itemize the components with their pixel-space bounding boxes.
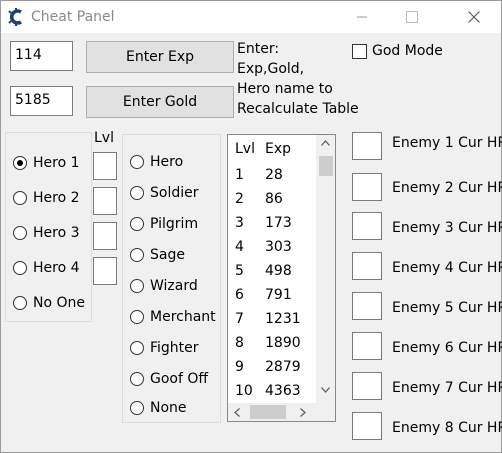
- god-mode-label: God Mode: [372, 43, 443, 59]
- table-cell-exp[interactable]: 1231: [265, 311, 301, 327]
- table-cell-lvl[interactable]: 5: [235, 263, 244, 279]
- table-cell-exp[interactable]: 86: [265, 191, 283, 207]
- radio-icon: [130, 248, 144, 262]
- radio-icon: [130, 279, 144, 293]
- table-cell-exp[interactable]: 2879: [265, 359, 301, 375]
- enemy-8-hp-label: Enemy 8 Cur HP: [392, 420, 502, 436]
- enemy-7-hp-input[interactable]: [352, 372, 382, 400]
- window-title: Cheat Panel: [31, 9, 115, 25]
- close-icon: [468, 11, 480, 23]
- radio-icon: [130, 155, 144, 169]
- table-cell-lvl[interactable]: 9: [235, 359, 244, 375]
- vertical-scrollbar[interactable]: [316, 135, 335, 403]
- enter-exp-button[interactable]: Enter Exp: [86, 41, 234, 73]
- table-cell-lvl[interactable]: 4: [235, 239, 244, 255]
- horizontal-scroll-thumb[interactable]: [250, 405, 286, 419]
- table-cell-lvl[interactable]: 1: [235, 167, 244, 183]
- minimize-icon: [357, 16, 367, 18]
- hero-4-lvl-input[interactable]: [93, 257, 117, 285]
- radio-icon: [130, 401, 144, 415]
- enemy-7-hp-label: Enemy 7 Cur HP: [392, 380, 502, 396]
- chevron-left-icon[interactable]: [234, 408, 240, 417]
- radio-icon: [130, 186, 144, 200]
- table-cell-exp[interactable]: 791: [265, 287, 292, 303]
- scroll-corner: [316, 403, 335, 421]
- table-cell-exp[interactable]: 4363: [265, 383, 301, 399]
- enemy-8-hp-input[interactable]: [352, 412, 382, 440]
- instruction-line-3: Hero name to: [237, 81, 333, 97]
- horizontal-scrollbar[interactable]: [228, 403, 335, 421]
- maximize-icon: [406, 11, 418, 23]
- table-cell-exp[interactable]: 28: [265, 167, 283, 183]
- cheat-panel-window: Cheat Panel 114 5185 Enter Exp Enter Gol…: [0, 0, 502, 453]
- chevron-up-icon[interactable]: [321, 140, 330, 146]
- table-cell-exp[interactable]: 1890: [265, 335, 301, 351]
- radio-icon: [130, 372, 144, 386]
- app-icon: [8, 8, 22, 26]
- instruction-line-4: Recalculate Table: [237, 101, 359, 117]
- column-header-exp[interactable]: Exp: [265, 141, 291, 157]
- chevron-right-icon[interactable]: [300, 408, 306, 417]
- enemy-1-hp-label: Enemy 1 Cur HP: [392, 135, 502, 151]
- hero-1-lvl-input[interactable]: [93, 152, 117, 180]
- hero-group: Hero 1 Hero 2 Hero 3 Hero 4 No One: [5, 132, 92, 322]
- table-cell-lvl[interactable]: 10: [235, 383, 253, 399]
- class-group: Hero Soldier Pilgrim Sage Wizard Merchan…: [122, 134, 221, 423]
- enemy-6-hp-label: Enemy 6 Cur HP: [392, 340, 502, 356]
- table-cell-lvl[interactable]: 2: [235, 191, 244, 207]
- lvl-header: Lvl: [94, 130, 114, 146]
- instruction-line-1: Enter:: [237, 41, 280, 57]
- enemy-3-hp-label: Enemy 3 Cur HP: [392, 220, 502, 236]
- minimize-button[interactable]: [339, 1, 385, 33]
- table-cell-exp[interactable]: 173: [265, 215, 292, 231]
- hero-3-lvl-input[interactable]: [93, 222, 117, 250]
- enemy-5-hp-label: Enemy 5 Cur HP: [392, 300, 502, 316]
- gold-input[interactable]: 5185: [10, 86, 73, 116]
- radio-icon: [13, 191, 27, 205]
- radio-icon: [130, 341, 144, 355]
- enemy-3-hp-input[interactable]: [352, 212, 382, 240]
- enemy-1-hp-input[interactable]: [352, 132, 382, 160]
- radio-icon: [13, 296, 27, 310]
- enemy-2-hp-input[interactable]: [352, 173, 382, 201]
- enemy-6-hp-input[interactable]: [352, 332, 382, 360]
- enemy-2-hp-label: Enemy 2 Cur HP: [392, 180, 502, 196]
- vertical-scroll-thumb[interactable]: [319, 156, 333, 176]
- table-cell-lvl[interactable]: 3: [235, 215, 244, 231]
- close-button[interactable]: [451, 1, 497, 33]
- radio-icon: [130, 310, 144, 324]
- god-mode-checkbox[interactable]: [352, 44, 367, 59]
- enemy-4-hp-label: Enemy 4 Cur HP: [392, 260, 502, 276]
- table-cell-lvl[interactable]: 7: [235, 311, 244, 327]
- table-cell-exp[interactable]: 498: [265, 263, 292, 279]
- title-bar[interactable]: Cheat Panel: [1, 1, 501, 33]
- table-cell-exp[interactable]: 303: [265, 239, 292, 255]
- radio-icon: [13, 261, 27, 275]
- chevron-down-icon[interactable]: [321, 387, 330, 393]
- enemy-4-hp-input[interactable]: [352, 252, 382, 280]
- hero-2-lvl-input[interactable]: [93, 187, 117, 215]
- radio-icon: [130, 217, 144, 231]
- exp-input[interactable]: 114: [10, 41, 73, 71]
- table-cell-lvl[interactable]: 8: [235, 335, 244, 351]
- enter-gold-button[interactable]: Enter Gold: [86, 86, 234, 118]
- instruction-line-2: Exp,Gold,: [237, 61, 305, 77]
- column-header-lvl[interactable]: Lvl: [235, 141, 255, 157]
- exp-table[interactable]: Lvl Exp 1 28 2 86 3 173 4 303 5 498 6 791 7 1231 8 1890…: [227, 134, 336, 422]
- table-cell-lvl[interactable]: 6: [235, 287, 244, 303]
- maximize-button[interactable]: [389, 1, 435, 33]
- radio-icon: [13, 156, 27, 170]
- enemy-5-hp-input[interactable]: [352, 292, 382, 320]
- radio-icon: [13, 226, 27, 240]
